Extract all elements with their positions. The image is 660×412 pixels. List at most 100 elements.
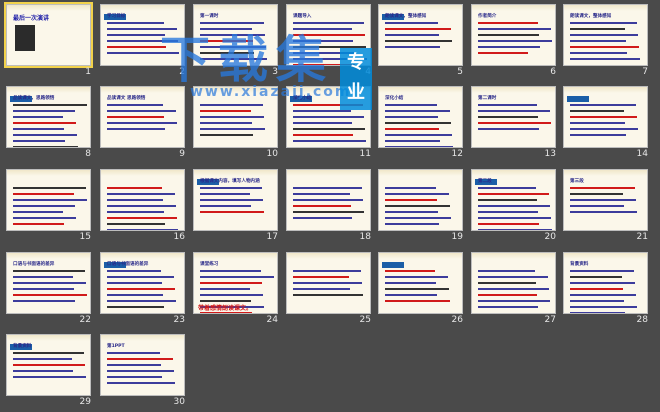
text-line <box>478 199 537 201</box>
text-line <box>293 282 362 284</box>
slide-thumbnail-25[interactable]: 25 <box>286 252 371 330</box>
slide-thumbnail-6[interactable]: 作者简介 6 <box>471 4 556 82</box>
slide-preview[interactable]: 第三段 <box>563 169 648 231</box>
slide-thumbnail-14[interactable]: 14 <box>563 86 648 164</box>
slide-preview[interactable]: 课堂练习 带着感情朗读课文。 <box>193 252 278 314</box>
text-line <box>293 270 361 272</box>
slide-preview[interactable]: 深化小结 <box>378 86 463 148</box>
slide-preview[interactable]: 口语与书面语的差异 <box>100 252 185 314</box>
slide-thumbnail-29[interactable]: 背景资料 29 <box>6 334 91 412</box>
slide-number: 23 <box>173 315 185 325</box>
text-line <box>200 193 250 195</box>
text-line <box>200 276 274 278</box>
text-line <box>570 104 636 106</box>
slide-thumbnail-28[interactable]: 背景资料 28 <box>563 252 648 330</box>
text-line <box>13 134 77 136</box>
slide-preview[interactable]: 作者简介 <box>471 4 556 66</box>
slide-thumbnail-30[interactable]: 第1PPT 30 <box>100 334 185 412</box>
text-line <box>385 46 440 48</box>
slide-number: 9 <box>179 149 185 159</box>
slide-preview[interactable]: 最后一次演讲 <box>4 2 93 68</box>
text-line <box>385 187 436 189</box>
text-line <box>13 352 84 354</box>
slide-number: 20 <box>544 232 556 242</box>
slide-thumbnail-12[interactable]: 深化小结 12 <box>378 86 463 164</box>
text-line <box>13 104 87 106</box>
slide-preview[interactable] <box>100 169 185 231</box>
text-line <box>478 110 550 112</box>
slide-thumbnail-19[interactable]: 19 <box>378 169 463 247</box>
slide-preview[interactable]: 第二课时 <box>471 86 556 148</box>
slide-title: 第二段 <box>478 179 492 184</box>
slide-preview[interactable] <box>286 169 371 231</box>
slide-thumbnail-26[interactable]: 26 <box>378 252 463 330</box>
slide-preview[interactable] <box>378 169 463 231</box>
slide-preview[interactable]: 朗读课文，整体感知 <box>378 4 463 66</box>
slide-thumbnail-13[interactable]: 第二课时 13 <box>471 86 556 164</box>
slide-preview[interactable]: 背景资料 <box>6 334 91 396</box>
text-line <box>570 22 637 24</box>
slide-title: 学习目标 <box>107 14 126 19</box>
slide-thumbnail-15[interactable]: 15 <box>6 169 91 247</box>
slide-preview[interactable]: 背景资料 <box>563 252 648 314</box>
slide-preview[interactable]: 口语与书面语的差异 <box>6 252 91 314</box>
slide-number: 30 <box>173 397 185 407</box>
text-line <box>13 199 87 201</box>
slide-thumbnail-22[interactable]: 口语与书面语的差异 22 <box>6 252 91 330</box>
slide-thumbnail-24[interactable]: 课堂练习 带着感情朗读课文。 24 <box>193 252 278 330</box>
text-line <box>570 34 638 36</box>
slide-thumbnail-18[interactable]: 18 <box>286 169 371 247</box>
text-line <box>107 34 165 36</box>
slide-preview[interactable]: 第二段 <box>471 169 556 231</box>
slide-preview[interactable]: 根据课文内容，填写人物内涵 <box>193 169 278 231</box>
slide-preview[interactable]: 品读课文，思路领悟 <box>6 86 91 148</box>
text-line <box>478 223 539 225</box>
slide-thumbnail-23[interactable]: 口语与书面语的差异 23 <box>100 252 185 330</box>
text-line <box>385 205 450 207</box>
slide-thumbnail-1[interactable]: 最后一次演讲 1 <box>4 2 93 82</box>
slide-thumbnail-17[interactable]: 根据课文内容，填写人物内涵 17 <box>193 169 278 247</box>
text-line <box>478 104 537 106</box>
slide-preview[interactable] <box>286 252 371 314</box>
slide-thumbnail-7[interactable]: 朗读课文，整体感知 7 <box>563 4 648 82</box>
title-highlight <box>567 96 589 102</box>
slide-preview[interactable] <box>378 252 463 314</box>
text-line <box>385 146 453 147</box>
slide-title: 最后一次演讲 <box>13 15 50 22</box>
slide-preview[interactable] <box>563 86 648 148</box>
slide-preview[interactable] <box>471 252 556 314</box>
slide-number: 16 <box>173 232 185 242</box>
slide-thumbnail-27[interactable]: 27 <box>471 252 556 330</box>
text-line <box>385 300 450 302</box>
text-line <box>293 217 352 219</box>
text-line <box>478 193 549 195</box>
text-line <box>200 282 262 284</box>
slide-thumbnail-5[interactable]: 朗读课文，整体感知 5 <box>378 4 463 82</box>
slide-thumbnail-20[interactable]: 第二段 20 <box>471 169 556 247</box>
slide-thumbnail-9[interactable]: 品读课文 思路领悟 9 <box>100 86 185 164</box>
text-line <box>385 34 439 36</box>
slide-preview[interactable]: 品读课文 思路领悟 <box>100 86 185 148</box>
text-line <box>293 187 362 189</box>
slide-title: 深化小结 <box>385 96 404 101</box>
slide-title: 根据课文内容，填写人物内涵 <box>200 179 260 184</box>
slide-preview[interactable]: 朗读课文，整体感知 <box>563 4 648 66</box>
slide-number: 26 <box>451 315 463 325</box>
slide-thumbnail-16[interactable]: 16 <box>100 169 185 247</box>
slide-preview[interactable]: 第1PPT <box>100 334 185 396</box>
slide-title: 口语与书面语的差异 <box>107 262 149 267</box>
slide-preview[interactable] <box>6 169 91 231</box>
slide-thumbnail-8[interactable]: 品读课文，思路领悟 8 <box>6 86 91 164</box>
text-line <box>13 288 74 290</box>
text-line <box>570 306 637 308</box>
slide-thumbnail-21[interactable]: 第三段 21 <box>563 169 648 247</box>
text-line <box>107 187 162 189</box>
text-line <box>13 122 76 124</box>
text-line <box>293 276 349 278</box>
text-line <box>478 306 538 308</box>
text-line <box>293 211 364 213</box>
text-line <box>200 211 264 213</box>
text-line <box>107 199 163 201</box>
text-line <box>385 128 439 130</box>
text-line <box>107 358 173 360</box>
